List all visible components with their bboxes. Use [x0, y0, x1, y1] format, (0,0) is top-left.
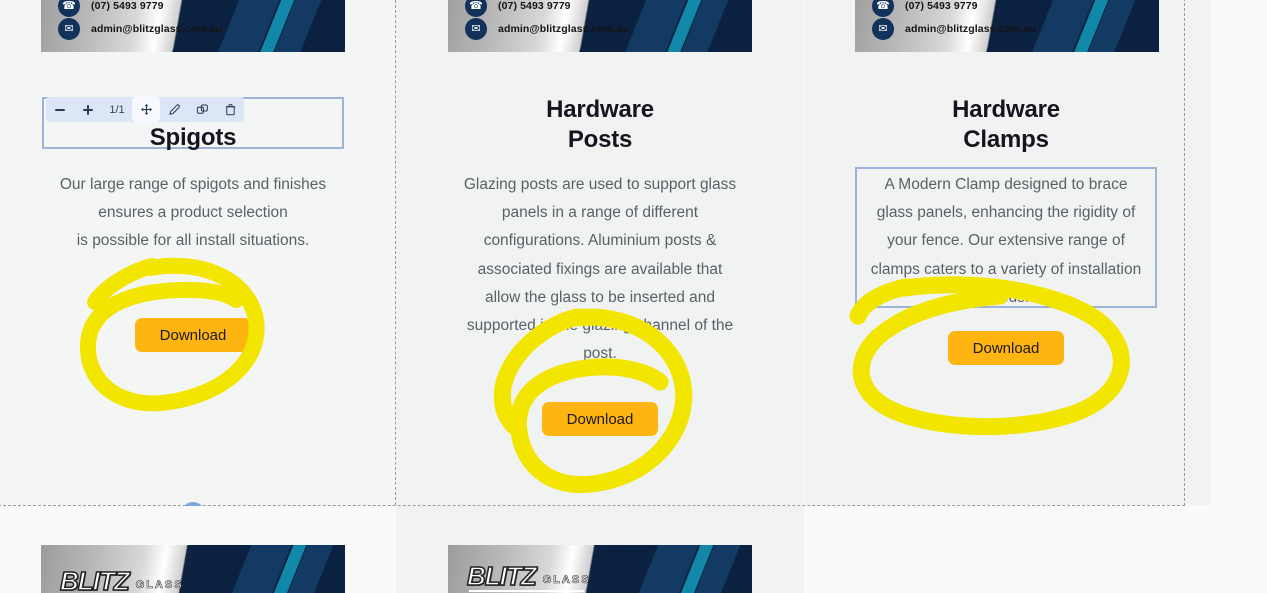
plus-icon [83, 104, 93, 115]
element-toolbar[interactable]: 1/1 [46, 97, 244, 122]
column-1-body: Our large range of spigots and finishes … [35, 171, 351, 256]
body-line: post. [583, 345, 617, 363]
body-line: Our large range of spigots and finishes [59, 176, 327, 193]
page-canvas: ☎ (07) 5493 9779 ✉ admin@blitzglass.com.… [0, 0, 1267, 593]
contact-phone-2: ☎ (07) 5493 9779 [465, 0, 571, 17]
logo-primary: BLITZ [466, 561, 537, 591]
logo-lower-2: BLITZ GLASS [466, 561, 591, 592]
envelope-icon: ✉ [58, 18, 80, 40]
column-1-heading-line1: Spigots [149, 124, 237, 151]
increase-button[interactable] [74, 97, 102, 122]
column-3-heading: Hardware Clamps [854, 95, 1158, 155]
body-line: supported in the glazing channel of the [466, 317, 734, 335]
contact-email-2: ✉ admin@blitzglass.com.au [465, 18, 629, 40]
trash-icon [225, 104, 235, 116]
download-button-clamps[interactable]: Download [948, 331, 1064, 365]
download-button-posts[interactable]: Download [542, 402, 658, 436]
phone-text: (07) 5493 9779 [91, 0, 164, 12]
move-icon [140, 103, 152, 116]
minus-icon [55, 108, 65, 111]
delete-button[interactable] [216, 97, 244, 122]
body-line: configurations. Aluminium posts & [483, 232, 717, 250]
column-3-heading-line2: Clamps [963, 126, 1049, 153]
phone-icon: ☎ [465, 0, 487, 17]
body-line: associated fixings are available that [477, 260, 723, 278]
decrease-button[interactable] [46, 97, 74, 122]
logo-secondary: GLASS [542, 574, 591, 587]
envelope-icon: ✉ [465, 18, 487, 40]
body-line: needs. [982, 288, 1030, 306]
logo-primary: BLITZ [59, 566, 130, 593]
phone-icon: ☎ [872, 0, 894, 17]
contact-email-3: ✉ admin@blitzglass.com.au [872, 18, 1036, 40]
column-divider-1 [395, 0, 396, 505]
logo-secondary: GLASS [135, 579, 184, 592]
count-indicator: 1/1 [109, 103, 125, 116]
contact-email-1: ✉ admin@blitzglass.com.au [58, 18, 222, 40]
pencil-icon [168, 104, 180, 115]
body-line: glass panels, enhancing the rigidity of [876, 204, 1136, 222]
body-line: your fence. Our extensive range of [887, 232, 1125, 250]
edit-button[interactable] [160, 97, 188, 122]
lower-column-3-background [805, 506, 1267, 593]
body-line: allow the glass to be inserted and [484, 288, 716, 306]
column-2-heading: Hardware Posts [448, 95, 752, 155]
email-text: admin@blitzglass.com.au [905, 23, 1036, 35]
column-1-heading: Spigots [42, 123, 344, 153]
duplicate-button[interactable] [188, 97, 216, 122]
envelope-icon: ✉ [872, 18, 894, 40]
column-2-body: Glazing posts are used to support glass … [444, 171, 756, 368]
column-3-heading-line1: Hardware [952, 96, 1060, 123]
phone-icon: ☎ [58, 0, 80, 17]
body-line: is possible for all install situations. [76, 232, 310, 250]
body-line: Glazing posts are used to support glass [463, 176, 737, 193]
logo-underline [469, 590, 584, 592]
body-line: ensures a product selection [98, 204, 288, 222]
phone-text: (07) 5493 9779 [498, 0, 571, 12]
body-line: panels in a range of different [501, 204, 699, 222]
body-line: clamps caters to a variety of installati… [870, 260, 1142, 278]
download-button-spigots[interactable]: Download [135, 318, 251, 352]
logo-lower-1: BLITZ GLASS [59, 566, 184, 593]
duplicate-icon [196, 104, 208, 114]
contact-phone-1: ☎ (07) 5493 9779 [58, 0, 164, 17]
contact-phone-3: ☎ (07) 5493 9779 [872, 0, 978, 17]
email-text: admin@blitzglass.com.au [498, 23, 629, 35]
column-2-heading-line1: Hardware [546, 96, 654, 123]
column-3-body: A Modern Clamp designed to brace glass p… [850, 171, 1162, 312]
move-button[interactable] [132, 97, 160, 122]
body-line: A Modern Clamp designed to brace [884, 176, 1128, 193]
email-text: admin@blitzglass.com.au [91, 23, 222, 35]
column-2-heading-line2: Posts [567, 126, 633, 153]
phone-text: (07) 5493 9779 [905, 0, 978, 12]
